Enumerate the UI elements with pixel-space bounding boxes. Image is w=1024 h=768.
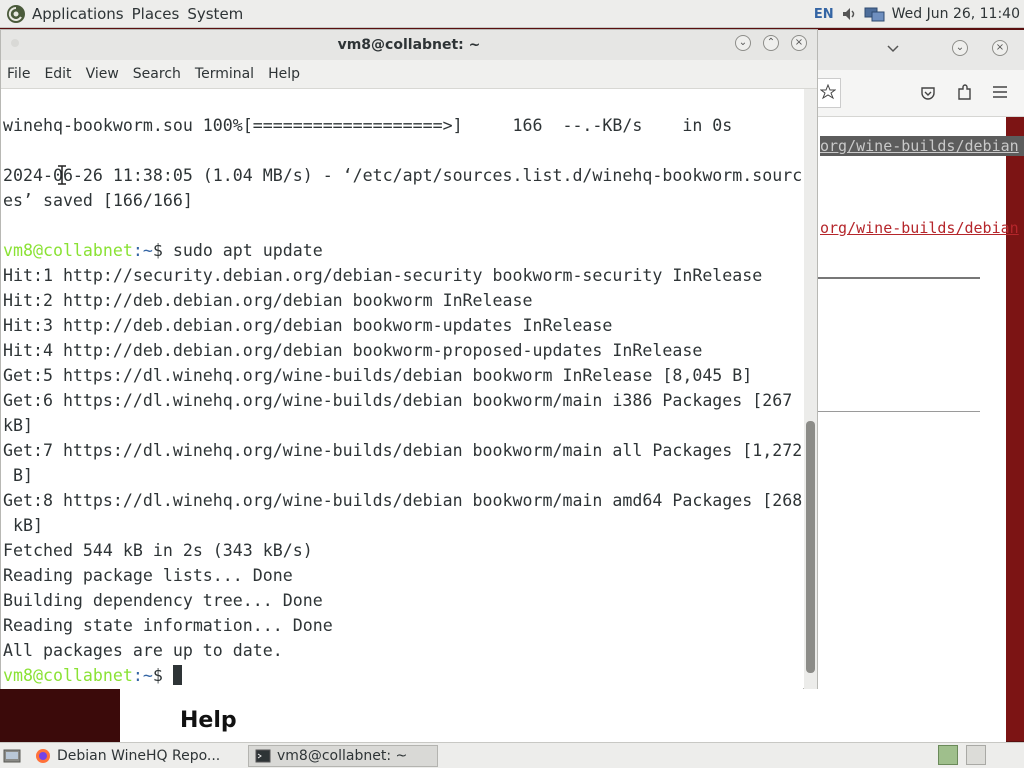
output-line: kB] <box>3 516 43 535</box>
panel-menu: Applications Places System <box>0 0 251 28</box>
output-line: Get:7 https://dl.winehq.org/wine-builds/… <box>3 441 803 460</box>
output-line: Building dependency tree... Done <box>3 591 323 610</box>
command-text: sudo apt update <box>162 241 323 260</box>
task-label: Debian WineHQ Repo... <box>57 747 221 764</box>
browser-titlebar: ⌄ × <box>818 30 1024 70</box>
volume-icon[interactable] <box>840 5 858 23</box>
task-label: vm8@collabnet: ~ <box>277 747 408 764</box>
output-line: Fetched 544 kB in 2s (343 kB/s) <box>3 541 313 560</box>
clock[interactable]: Wed Jun 26, 11:40 <box>892 6 1020 22</box>
command-line: vm8@collabnet:~$ sudo apt update <box>3 238 802 263</box>
hamburger-menu-icon[interactable] <box>992 85 1008 99</box>
output-line: Reading package lists... Done <box>3 566 293 585</box>
window-title: vm8@collabnet: ~ <box>337 37 481 53</box>
minimize-icon[interactable]: ⌄ <box>735 35 751 51</box>
divider <box>818 411 980 412</box>
divider <box>818 277 980 279</box>
window-menu-icon[interactable] <box>11 39 19 47</box>
browser-window: ⌄ × org/wine-builds/debian org/wine-buil… <box>818 30 1024 741</box>
chevron-down-icon[interactable] <box>886 42 900 56</box>
help-heading: Help <box>180 708 237 733</box>
show-desktop-icon[interactable] <box>2 746 22 766</box>
pocket-icon[interactable] <box>920 85 936 101</box>
prompt-user: vm8@collabnet <box>3 666 133 685</box>
browser-toolbar <box>818 70 1024 117</box>
menu-edit[interactable]: Edit <box>37 66 78 82</box>
bookmark-star-icon[interactable] <box>820 84 836 100</box>
system-menu[interactable]: System <box>187 5 251 23</box>
desktop-background <box>0 688 120 743</box>
terminal-window: vm8@collabnet: ~ ⌄ ⌃ × File Edit View Se… <box>0 29 818 689</box>
ibeam-cursor-icon <box>58 165 66 185</box>
address-bar-end[interactable] <box>818 78 841 108</box>
output-line: Get:8 https://dl.winehq.org/wine-builds/… <box>3 491 803 510</box>
terminal-menubar: File Edit View Search Terminal Help <box>1 60 817 89</box>
output-line: 2024-06-26 11:38:05 (1.04 MB/s) - ‘/etc/… <box>3 166 803 185</box>
firefox-icon <box>36 748 50 763</box>
output-line: ​ <box>3 138 802 163</box>
terminal-titlebar[interactable]: vm8@collabnet: ~ ⌄ ⌃ × <box>1 30 817 60</box>
close-icon[interactable]: × <box>992 40 1008 56</box>
scrollbar-thumb[interactable] <box>806 421 815 673</box>
system-tray: EN Wed Jun 26, 11:40 <box>814 0 1020 28</box>
terminal-output[interactable]: winehq-bookworm.sou 100%[===============… <box>1 89 803 689</box>
minimize-icon[interactable]: ⌄ <box>952 40 968 56</box>
output-line: All packages are up to date. <box>3 641 283 660</box>
prompt-path: :~ <box>132 241 153 260</box>
prompt-path: :~ <box>132 666 153 685</box>
output-line: Hit:2 http://deb.debian.org/debian bookw… <box>3 291 533 310</box>
taskbar-item-terminal[interactable]: vm8@collabnet: ~ <box>248 744 438 767</box>
browser-content <box>818 117 1006 741</box>
output-line: B] <box>3 466 33 485</box>
output-line: Get:5 https://dl.winehq.org/wine-builds/… <box>3 366 753 385</box>
menu-search[interactable]: Search <box>126 66 188 82</box>
close-icon[interactable]: × <box>791 35 807 51</box>
terminal-lines: winehq-bookworm.sou 100%[===============… <box>3 113 802 688</box>
extensions-icon[interactable] <box>956 84 972 102</box>
network-icon[interactable] <box>864 5 886 23</box>
workspace-1[interactable] <box>938 745 958 765</box>
output-line: Hit:1 http://security.debian.org/debian-… <box>3 266 763 285</box>
output-line: es’ saved [166/166] <box>3 191 193 210</box>
terminal-scrollbar[interactable] <box>804 89 817 689</box>
output-line: Hit:4 http://deb.debian.org/debian bookw… <box>3 341 703 360</box>
output-line: kB] <box>3 416 33 435</box>
repository-link[interactable]: org/wine-builds/debian <box>820 136 1024 156</box>
taskbar-item-browser[interactable]: Debian WineHQ Repo... <box>28 745 248 767</box>
output-line: Get:6 https://dl.winehq.org/wine-builds/… <box>3 391 793 410</box>
keyboard-layout-indicator[interactable]: EN <box>814 7 834 22</box>
workspace-2[interactable] <box>966 745 986 765</box>
browser-page-area <box>120 688 1006 742</box>
places-menu[interactable]: Places <box>132 5 188 23</box>
prompt-symbol: $ <box>152 666 163 685</box>
page-background-strip <box>1006 117 1024 741</box>
maximize-icon[interactable]: ⌃ <box>763 35 779 51</box>
applications-menu[interactable]: Applications <box>32 5 132 23</box>
repository-link[interactable]: org/wine-builds/debian <box>820 218 1024 238</box>
debian-logo-icon[interactable] <box>6 4 26 24</box>
prompt-user: vm8@collabnet <box>3 241 133 260</box>
text-cursor <box>172 665 182 685</box>
terminal-icon <box>255 749 271 762</box>
output-line: winehq-bookworm.sou 100%[===============… <box>3 116 733 135</box>
output-line: ​ <box>3 213 802 238</box>
taskbar: Debian WineHQ Repo... vm8@collabnet: ~ <box>0 742 1024 768</box>
prompt-symbol: $ <box>152 241 163 260</box>
output-line: Hit:3 http://deb.debian.org/debian bookw… <box>3 316 613 335</box>
output-line: Reading state information... Done <box>3 616 333 635</box>
input-line[interactable]: vm8@collabnet:~$ <box>3 663 802 688</box>
menu-view[interactable]: View <box>79 66 126 82</box>
top-panel: Applications Places System EN Wed Jun 26… <box>0 0 1024 28</box>
menu-terminal[interactable]: Terminal <box>188 66 261 82</box>
menu-file[interactable]: File <box>1 66 37 82</box>
menu-help[interactable]: Help <box>261 66 307 82</box>
